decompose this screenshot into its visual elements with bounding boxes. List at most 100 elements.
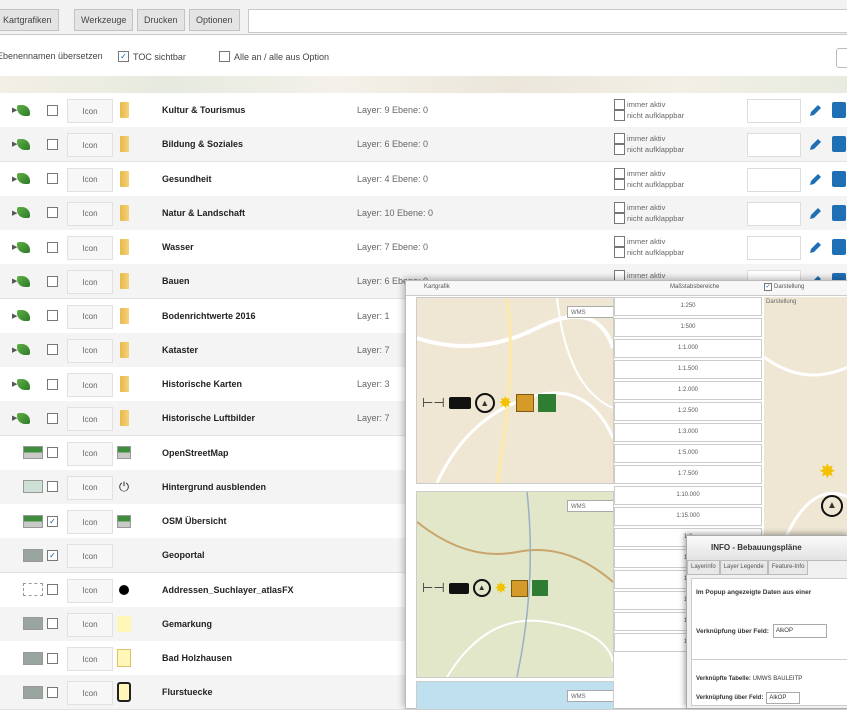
options-button[interactable] bbox=[836, 48, 847, 68]
layer-visibility-checkbox[interactable]: ✓ bbox=[47, 538, 58, 572]
layer-visibility-checkbox[interactable] bbox=[47, 367, 58, 401]
darstellung-checkbox[interactable]: ✓ bbox=[764, 283, 772, 291]
layer-value-field[interactable] bbox=[747, 133, 801, 158]
layer-visibility-checkbox[interactable] bbox=[47, 333, 58, 367]
scale-cell[interactable]: 1:1.000 bbox=[614, 339, 762, 358]
scale-cell[interactable]: 1:1.500 bbox=[614, 360, 762, 379]
layer-row[interactable]: ▶ Icon Natur & Landschaft Layer: 10 Ebene: … bbox=[0, 195, 847, 231]
aktiv-checkbox[interactable] bbox=[614, 99, 625, 110]
info-tab-featureinfo[interactable]: Feature-Info bbox=[767, 561, 809, 575]
icon-label: Icon bbox=[67, 338, 113, 363]
layer-visibility-checkbox[interactable] bbox=[47, 470, 58, 504]
layer-symbol-icon bbox=[117, 230, 131, 264]
aufklapp-checkbox[interactable] bbox=[614, 212, 625, 224]
layer-value-field[interactable] bbox=[747, 236, 801, 260]
scale-cell[interactable]: 1:500 bbox=[614, 318, 762, 337]
layer-visibility-checkbox[interactable] bbox=[47, 573, 58, 607]
tab-optionen[interactable]: Optionen bbox=[189, 9, 240, 31]
icon-label: Icon bbox=[67, 304, 113, 329]
edit-pencil-icon[interactable] bbox=[808, 102, 822, 118]
scale-cell[interactable]: 1:7.500 bbox=[614, 465, 762, 484]
link2-select[interactable]: AlkOP bbox=[766, 692, 801, 704]
aktiv-checkbox[interactable] bbox=[614, 201, 625, 213]
layer-visibility-checkbox[interactable] bbox=[47, 93, 58, 127]
map-select-1[interactable]: WMS bbox=[567, 306, 613, 318]
layer-symbol-icon bbox=[117, 299, 131, 333]
layer-value-field[interactable] bbox=[747, 201, 801, 226]
layer-row[interactable]: ▶ Icon Bildung & Soziales Layer: 6 Ebene: 0… bbox=[0, 127, 847, 163]
layer-visibility-checkbox[interactable] bbox=[47, 675, 58, 709]
all-checkbox[interactable] bbox=[219, 51, 230, 62]
scale-cell[interactable]: 1:3.000 bbox=[614, 423, 762, 442]
delete-trash-icon[interactable] bbox=[832, 102, 846, 118]
layer-thumbnail-icon bbox=[23, 573, 43, 607]
all-option[interactable]: Alle an / alle aus Option bbox=[219, 51, 329, 62]
delete-trash-icon[interactable] bbox=[832, 239, 846, 255]
tab-drucken[interactable]: Drucken bbox=[137, 9, 185, 31]
tab-content-area bbox=[248, 9, 847, 33]
overlay-header: Kartgrafik Maßstabsbereiche ✓ Darstellun… bbox=[406, 281, 847, 296]
map-preview-3[interactable]: WMS bbox=[416, 681, 614, 710]
toc-option[interactable]: ✓ TOC sichtbar bbox=[118, 51, 186, 62]
scale-cell[interactable]: 1:2.500 bbox=[614, 402, 762, 421]
table-label: Verknüpfte Tabelle: bbox=[696, 676, 751, 682]
layer-symbol-icon bbox=[117, 538, 131, 572]
layer-visibility-checkbox[interactable] bbox=[47, 401, 58, 435]
map-select-3[interactable]: WMS bbox=[567, 690, 613, 702]
scale-cell[interactable]: 1:2.000 bbox=[614, 381, 762, 400]
scale-cell[interactable]: 1:10.000 bbox=[614, 486, 762, 505]
info-tab-legende[interactable]: Layer Legende bbox=[719, 561, 768, 575]
delete-trash-icon[interactable] bbox=[832, 204, 846, 221]
map-select-2[interactable]: WMS bbox=[567, 500, 613, 512]
layer-row[interactable]: ▶ Icon Gesundheit Layer: 4 Ebene: 0 immer ak… bbox=[0, 161, 847, 197]
scale-cell[interactable]: 1:15.000 bbox=[614, 507, 762, 526]
aktiv-checkbox[interactable] bbox=[614, 133, 625, 145]
aufklapp-checkbox[interactable] bbox=[614, 178, 625, 190]
map-preview-1[interactable]: WMS bbox=[416, 297, 614, 484]
layer-info: Layer: 6 Ebene: 0 bbox=[357, 139, 429, 150]
icon-label: Icon bbox=[67, 99, 113, 123]
info-dialog-title[interactable]: INFO - Bebauungspläne bbox=[687, 536, 847, 561]
sun-icon: ✸ bbox=[819, 461, 836, 483]
layer-value-field[interactable] bbox=[747, 99, 801, 123]
info-dialog[interactable]: INFO - Bebauungspläne Layerinfo Layer Le… bbox=[686, 535, 847, 709]
toc-checkbox[interactable]: ✓ bbox=[118, 51, 129, 62]
layer-visibility-checkbox[interactable] bbox=[47, 162, 58, 196]
map-preview-right[interactable]: Darstellung ✸ ▲ bbox=[764, 297, 847, 567]
bed-icon: ⊢⊣ bbox=[422, 395, 445, 410]
layer-row[interactable]: ▶ Icon Kultur & Tourismus Layer: 9 Ebene: 0… bbox=[0, 93, 847, 128]
layer-visibility-checkbox[interactable] bbox=[47, 230, 58, 264]
scale-cell[interactable]: 1:5.000 bbox=[614, 444, 762, 463]
layer-visibility-checkbox[interactable] bbox=[47, 299, 58, 333]
delete-trash-icon[interactable] bbox=[832, 170, 846, 187]
edit-pencil-icon[interactable] bbox=[808, 205, 822, 221]
aktiv-checkbox[interactable] bbox=[614, 236, 625, 247]
layer-visibility-checkbox[interactable] bbox=[47, 264, 58, 298]
layer-visibility-checkbox[interactable]: ✓ bbox=[47, 504, 58, 538]
aufklapp-checkbox[interactable] bbox=[614, 144, 625, 156]
overlay-col-darstellung[interactable]: ✓ Darstellung bbox=[764, 283, 804, 291]
edit-pencil-icon[interactable] bbox=[808, 239, 822, 255]
edit-pencil-icon[interactable] bbox=[808, 171, 822, 187]
tab-kartgrafiken[interactable]: Kartgrafiken bbox=[0, 9, 59, 31]
aufklapp-checkbox[interactable] bbox=[614, 110, 625, 121]
edit-pencil-icon[interactable] bbox=[808, 136, 822, 152]
aktiv-checkbox[interactable] bbox=[614, 167, 625, 179]
info-tab-layerinfo[interactable]: Layerinfo bbox=[687, 561, 720, 575]
layer-info: Layer: 9 Ebene: 0 bbox=[357, 105, 429, 115]
tab-werkzeuge[interactable]: Werkzeuge bbox=[74, 9, 134, 31]
delete-trash-icon[interactable] bbox=[832, 136, 846, 153]
layer-visibility-checkbox[interactable] bbox=[47, 196, 58, 230]
layer-visibility-checkbox[interactable] bbox=[47, 607, 58, 641]
layer-symbol-icon bbox=[117, 607, 131, 641]
layer-name: Natur & Landschaft bbox=[162, 207, 246, 218]
aufklapp-checkbox[interactable] bbox=[614, 247, 625, 258]
layer-visibility-checkbox[interactable] bbox=[47, 641, 58, 675]
layer-row[interactable]: ▶ Icon Wasser Layer: 7 Ebene: 0 immer aktiv n… bbox=[0, 230, 847, 265]
layer-name: OSM Übersicht bbox=[162, 516, 227, 526]
scale-cell[interactable]: 1:250 bbox=[614, 297, 762, 316]
layer-visibility-checkbox[interactable] bbox=[47, 127, 58, 161]
layer-visibility-checkbox[interactable] bbox=[47, 436, 58, 470]
link-select[interactable]: AlkOP bbox=[772, 624, 827, 638]
layer-value-field[interactable] bbox=[747, 167, 801, 192]
